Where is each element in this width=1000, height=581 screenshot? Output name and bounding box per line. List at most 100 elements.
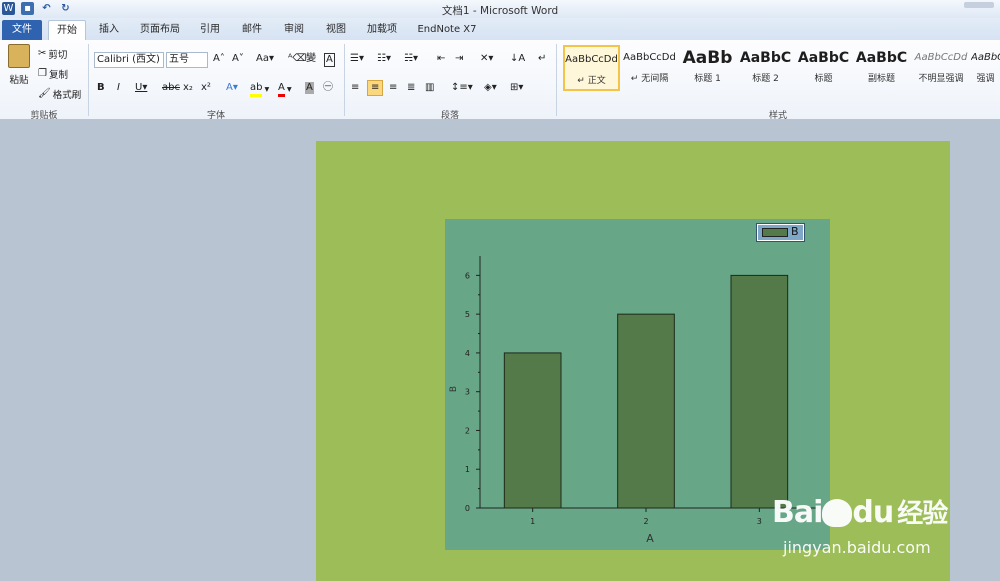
- borders-button[interactable]: ⊞▾: [510, 82, 523, 94]
- cut-button[interactable]: ✂ 剪切: [38, 47, 67, 61]
- window-title: 文档1 - Microsoft Word: [441, 5, 559, 17]
- text-effects-button[interactable]: A▾: [226, 82, 238, 94]
- multilevel-list-button[interactable]: ☵▾: [404, 53, 418, 65]
- show-marks-button[interactable]: ↵: [538, 53, 546, 65]
- numbering-button[interactable]: ☷▾: [377, 53, 391, 65]
- font-color-button[interactable]: A ▾: [278, 82, 292, 97]
- shrink-font-button[interactable]: A˅: [232, 53, 244, 65]
- phonetic-icon: 變: [306, 53, 316, 64]
- y-tick-label: 5: [465, 310, 470, 319]
- style-no-spacing[interactable]: AaBbCcDd ↵ 无间隔: [621, 45, 678, 91]
- grow-font-button[interactable]: A˄: [213, 53, 225, 65]
- style-name: 强调: [976, 74, 995, 84]
- subscript-button[interactable]: x₂: [183, 82, 193, 94]
- superscript-button[interactable]: x²: [201, 82, 211, 94]
- tab-page-layout[interactable]: 页面布局: [134, 20, 186, 40]
- window-controls[interactable]: [964, 2, 994, 8]
- subscript-icon: x₂: [183, 82, 193, 93]
- strikethrough-button[interactable]: abc: [162, 82, 180, 94]
- y-tick-label: 3: [465, 388, 470, 397]
- change-case-button[interactable]: Aa▾: [256, 53, 274, 65]
- bold-button[interactable]: B: [97, 82, 105, 94]
- tab-file[interactable]: 文件: [2, 20, 42, 40]
- tab-home[interactable]: 开始: [48, 20, 86, 40]
- enclose-char-button[interactable]: ㊀: [323, 82, 333, 94]
- format-painter-label: 格式刷: [52, 90, 82, 101]
- justify-button[interactable]: ≣: [407, 82, 415, 94]
- asian-layout-button[interactable]: ✕▾: [480, 53, 493, 65]
- bar: [503, 352, 562, 509]
- font-name-combo[interactable]: Calibri (西文): [94, 52, 164, 68]
- char-shading-button[interactable]: A: [305, 82, 314, 94]
- superscript-icon: x²: [201, 82, 211, 93]
- y-tick-label: 1: [465, 465, 470, 474]
- style-name: 标题 2: [752, 74, 779, 84]
- font-group-label: 字体: [206, 111, 225, 121]
- highlight-button[interactable]: ab ▾: [250, 82, 269, 97]
- clear-format-icon: ᴬ⌫: [288, 53, 307, 64]
- sort-icon: ↓A: [510, 53, 526, 64]
- underline-icon: U▾: [135, 82, 148, 93]
- shading-button[interactable]: ◈▾: [484, 82, 497, 94]
- tab-insert[interactable]: 插入: [92, 20, 126, 40]
- numbering-icon: ☷▾: [377, 53, 391, 64]
- title-bar: W ▪ ↶ ↻ 文档1 - Microsoft Word: [0, 0, 1000, 18]
- style-subtle-emphasis[interactable]: AaBbCcDd 不明显强调: [911, 45, 971, 91]
- font-size-combo[interactable]: 五号: [166, 52, 208, 68]
- line-spacing-button[interactable]: ↕≡▾: [451, 82, 473, 94]
- style-heading-1[interactable]: AaBb 标题 1: [679, 45, 736, 91]
- italic-button[interactable]: I: [117, 82, 120, 94]
- tab-references[interactable]: 引用: [194, 20, 226, 40]
- sort-button[interactable]: ↓A: [510, 53, 525, 65]
- bold-icon: B: [97, 82, 105, 93]
- style-normal[interactable]: AaBbCcDd ↵ 正文: [563, 45, 620, 91]
- decrease-indent-button[interactable]: ⇤: [437, 53, 445, 65]
- copy-button[interactable]: ❐ 复制: [38, 67, 68, 81]
- align-left-button[interactable]: ≡: [351, 82, 359, 94]
- ribbon-tabs: 文件 开始 插入 页面布局 引用 邮件 审阅 视图 加载项 EndNote X7: [0, 18, 1000, 40]
- increase-indent-button[interactable]: ⇥: [455, 53, 463, 65]
- style-heading-2[interactable]: AaBbC 标题 2: [737, 45, 794, 91]
- paw-icon: [822, 499, 853, 527]
- line-spacing-icon: ↕≡▾: [451, 82, 473, 93]
- tab-addins[interactable]: 加载项: [362, 20, 402, 40]
- style-name: ↵ 无间隔: [630, 74, 669, 84]
- style-subtitle[interactable]: AaBbC 副标题: [853, 45, 910, 91]
- style-sample: AaBb: [682, 48, 733, 68]
- copy-label: 复制: [48, 70, 68, 81]
- style-sample: AaBbCcDd: [971, 52, 1000, 63]
- y-tick-label: 2: [465, 426, 470, 435]
- char-border-button[interactable]: A: [324, 53, 335, 67]
- paint-bucket-icon: ◈▾: [484, 82, 497, 93]
- style-sample: AaBbC: [855, 50, 908, 66]
- distributed-button[interactable]: ▥: [425, 82, 434, 94]
- style-emphasis[interactable]: AaBbCcDd 强调: [971, 45, 1000, 91]
- tab-view[interactable]: 视图: [320, 20, 352, 40]
- y-tick-label: 4: [465, 349, 470, 358]
- style-sample: AaBbCcDd: [565, 54, 618, 65]
- tab-mailings[interactable]: 邮件: [236, 20, 268, 40]
- separator: [344, 44, 345, 116]
- align-center-icon: ≡: [371, 82, 380, 93]
- clipboard-icon: [8, 44, 30, 68]
- bullets-icon: ☰▾: [350, 53, 364, 64]
- baidu-watermark: Bai du 经验: [772, 493, 948, 530]
- phonetic-button[interactable]: 變: [306, 53, 316, 65]
- style-title[interactable]: AaBbC 标题: [795, 45, 852, 91]
- ribbon: 粘贴 ✂ 剪切 ❐ 复制 🖌 格式刷 剪贴板 Calibri (西文) 五号 A˄ A…: [0, 40, 1000, 121]
- underline-button[interactable]: U▾: [135, 82, 147, 94]
- align-right-button[interactable]: ≡: [389, 82, 397, 94]
- align-center-button[interactable]: ≡: [367, 80, 384, 96]
- legend-swatch: [762, 228, 788, 237]
- paste-button[interactable]: 粘贴: [6, 44, 32, 86]
- chart-legend[interactable]: B: [756, 223, 805, 242]
- separator: [556, 44, 557, 116]
- distributed-icon: ▥: [425, 82, 435, 93]
- tab-review[interactable]: 审阅: [278, 20, 310, 40]
- format-painter-button[interactable]: 🖌 格式刷: [38, 87, 81, 101]
- tab-endnote[interactable]: EndNote X7: [412, 20, 482, 40]
- text-effects-icon: A▾: [226, 82, 238, 93]
- clear-format-button[interactable]: ᴬ⌫: [288, 53, 306, 65]
- bullets-button[interactable]: ☰▾: [350, 53, 364, 65]
- y-axis-label: B: [449, 386, 459, 392]
